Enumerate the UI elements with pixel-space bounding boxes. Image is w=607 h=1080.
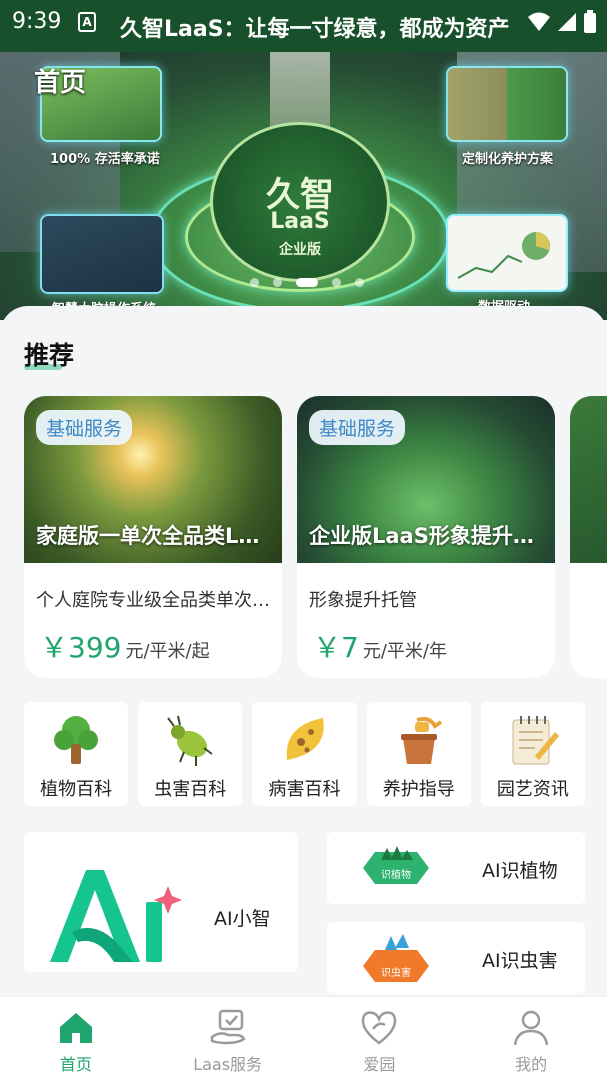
service-card-peek[interactable] xyxy=(570,396,607,678)
banner-panel-data xyxy=(446,214,568,292)
price-unit: 元/平米/年 xyxy=(362,641,447,662)
banner-dot[interactable] xyxy=(332,278,341,287)
card-name: 企业版LaaS形象提升… xyxy=(309,524,534,548)
tool-label: 病害百科 xyxy=(268,779,341,800)
person-icon xyxy=(513,1010,549,1046)
banner-chart-icon xyxy=(457,232,550,279)
ai-identify-pest[interactable]: 识虫害 AI识虫害 xyxy=(327,922,585,994)
status-icons xyxy=(527,10,597,34)
nav-label: 首页 xyxy=(59,1055,92,1074)
diseased-leaf-icon xyxy=(286,718,324,760)
nav-profile[interactable]: 我的 xyxy=(455,997,607,1080)
price-unit: 元/平米/起 xyxy=(125,641,210,662)
notepad-icon xyxy=(512,716,559,765)
tool-gardening-news[interactable]: 园艺资讯 xyxy=(480,702,586,806)
tool-care-guide[interactable]: 养护指导 xyxy=(366,702,471,806)
tool-label: 虫害百科 xyxy=(154,779,227,800)
ai-identify-plant-label: AI识植物 xyxy=(482,860,558,882)
signal-icon xyxy=(558,13,576,31)
ai-assistant-label: AI小智 xyxy=(214,908,271,930)
price-currency: ￥ xyxy=(313,631,342,664)
service-card-home[interactable]: 基础服务 家庭版一单次全品类L… 个人庭院专业级全品类单次… ￥399 元/平米/… xyxy=(24,396,282,678)
identify-plant-icon: 识植物 xyxy=(363,846,429,884)
banner-caption-survival: 100% 存活率承诺 xyxy=(50,152,160,167)
card-name: 家庭版一单次全品类L… xyxy=(36,524,260,548)
banner-dot[interactable] xyxy=(250,278,259,287)
banner-dot-active[interactable] xyxy=(296,278,318,287)
ai-assistant-card[interactable]: AI小智 xyxy=(24,832,298,972)
notification-a-icon: A xyxy=(78,12,96,32)
tool-disease-encyclopedia[interactable]: 病害百科 xyxy=(252,702,357,806)
nav-label: Laas服务 xyxy=(193,1055,263,1074)
banner-panel-os xyxy=(40,214,164,294)
nav-home[interactable]: 首页 xyxy=(0,997,152,1080)
nav-label: 爱园 xyxy=(363,1055,396,1074)
tool-grid: 植物百科 虫害百科 病害百科 养护指导 园艺资讯 xyxy=(24,702,586,806)
card-price: ￥7 元/平米/年 xyxy=(313,626,447,666)
price-value: 399 xyxy=(68,631,122,664)
service-card-enterprise[interactable]: 基础服务 企业版LaaS形象提升… 形象提升托管 ￥7 元/平米/年 xyxy=(297,396,555,678)
battery-icon xyxy=(584,10,596,33)
identify-plant-badge: 识植物 xyxy=(381,868,411,881)
card-tag: 基础服务 xyxy=(36,410,133,445)
ai-identify-pest-label: AI识虫害 xyxy=(482,950,558,972)
nav-laas-service[interactable]: Laas服务 xyxy=(152,997,304,1080)
tool-label: 养护指导 xyxy=(382,779,455,800)
banner-logo-edition: 企业版 xyxy=(279,242,321,258)
banner-caption-custom: 定制化养护方案 xyxy=(462,152,554,167)
bottom-nav: 首页 Laas服务 爱园 我的 xyxy=(0,996,607,1080)
recommend-title: 推荐 xyxy=(24,341,75,370)
price-currency: ￥ xyxy=(40,631,69,664)
tool-label: 园艺资讯 xyxy=(496,779,569,800)
page-title: 首页 xyxy=(34,68,87,98)
banner-dot[interactable] xyxy=(273,278,282,287)
banner-dot[interactable] xyxy=(355,278,364,287)
card-tag: 基础服务 xyxy=(309,410,406,445)
card-price: ￥399 元/平米/起 xyxy=(40,626,210,666)
screen: 9:39 A 久智LaaS：让每一寸绿意，都成为资产 久智 LaaS 企业版 1… xyxy=(0,0,607,1080)
tool-plant-encyclopedia[interactable]: 植物百科 xyxy=(24,702,129,806)
watering-can-icon xyxy=(400,716,442,764)
card-desc: 形象提升托管 xyxy=(309,590,417,611)
identify-pest-icon: 识虫害 xyxy=(363,934,429,982)
home-icon xyxy=(59,1013,92,1043)
nav-love-garden[interactable]: 爱园 xyxy=(304,997,456,1080)
banner-hub: 久智 LaaS 企业版 xyxy=(210,122,390,282)
wifi-icon xyxy=(528,12,550,31)
card-desc: 个人庭院专业级全品类单次… xyxy=(36,590,270,611)
tool-label: 植物百科 xyxy=(40,779,113,800)
status-banner-title: 久智LaaS：让每一寸绿意，都成为资产 xyxy=(120,17,510,42)
beetle-icon xyxy=(167,715,213,766)
price-value: 7 xyxy=(341,631,359,664)
nav-label: 我的 xyxy=(515,1055,548,1074)
ai-logo-icon xyxy=(50,870,182,962)
content-sheet: 推荐 基础服务 家庭版一单次全品类L… 个人庭院专业级全品类单次… ￥399 元/… xyxy=(0,306,607,996)
card-image-peek xyxy=(570,396,607,563)
recommend-carousel[interactable]: 基础服务 家庭版一单次全品类L… 个人庭院专业级全品类单次… ￥399 元/平米/… xyxy=(24,396,607,678)
identify-pest-badge: 识虫害 xyxy=(381,966,411,979)
heart-leaf-icon xyxy=(362,1011,397,1045)
ai-identify-plant[interactable]: 识植物 AI识植物 xyxy=(327,832,585,904)
status-bar: 9:39 A 久智LaaS：让每一寸绿意，都成为资产 xyxy=(0,0,607,52)
banner-pagination xyxy=(250,278,364,287)
banner-logo-sub: LaaS xyxy=(270,209,330,234)
banner-panel-custom xyxy=(446,66,568,142)
tool-pest-encyclopedia[interactable]: 虫害百科 xyxy=(138,702,243,806)
service-hand-icon xyxy=(210,1009,246,1045)
tree-icon xyxy=(54,716,99,764)
banner-road xyxy=(270,52,330,132)
status-time: 9:39 xyxy=(12,9,62,34)
